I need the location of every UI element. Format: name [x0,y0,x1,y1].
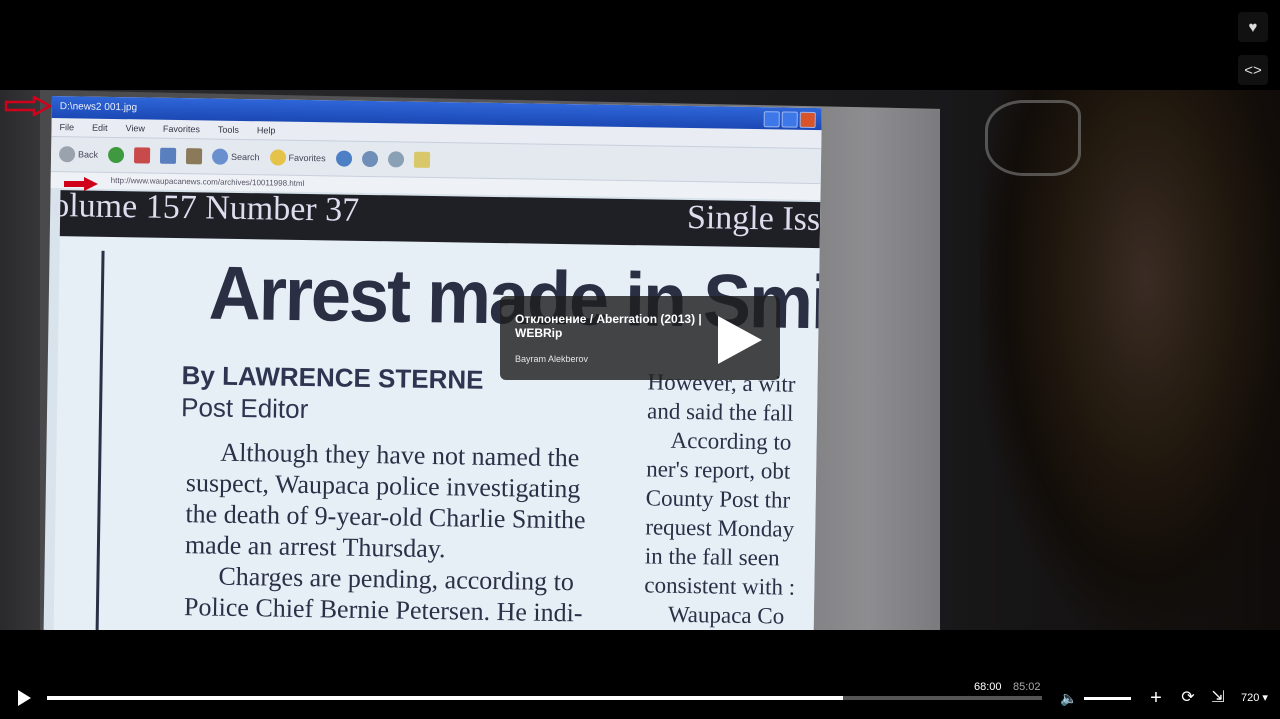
article-paragraph: Charges are pending, according to Police… [183,561,583,628]
loop-icon[interactable]: ⟳ [1179,689,1197,707]
toolbar-search-label: Search [231,151,260,163]
exit-fullscreen-icon[interactable]: ⇲ [1209,689,1227,707]
forward-icon [107,146,125,164]
print-icon [387,151,404,168]
big-play-icon[interactable] [718,316,762,364]
quality-selector[interactable]: 720 ▾ [1241,691,1268,704]
red-arrow-icon [4,96,52,116]
menu-tools: Tools [217,124,239,135]
side-line: request Monday [645,514,795,542]
add-icon[interactable]: + [1147,688,1165,708]
side-line: County Post thr [645,485,791,513]
progress-bar[interactable] [47,696,1042,700]
home-icon [185,148,203,165]
side-line: ner's report, obt [646,456,791,484]
article-body: Although they have not named the suspect… [184,436,607,629]
toolbar-favorites-label: Favorites [288,152,326,164]
masthead-price: Single Iss [686,198,821,239]
video-info-card[interactable]: Отклонение / Aberration (2013) | WEBRip … [500,296,780,380]
side-line: in the fall seen [644,543,780,571]
volume-slider[interactable] [1084,697,1131,700]
close-icon [799,111,816,128]
player-controls: 68:00 85:02 🔈 + ⟳ ⇲ 720 ▾ [0,676,1280,719]
menu-favorites: Favorites [162,123,200,135]
side-line: According to [670,427,792,455]
article-paragraph: Although they have not named the suspect… [184,437,586,564]
mail-icon [361,150,378,168]
stop-icon [133,147,151,164]
window-title: D:\news2 001.jpg [59,101,138,114]
play-icon[interactable] [18,690,31,706]
red-arrow-icon [64,177,98,191]
back-icon [58,146,76,163]
menu-edit: Edit [91,122,108,133]
search-icon [211,148,229,165]
minimize-icon [763,111,780,128]
side-line: Waupaca Co [667,601,785,629]
volume-fill [1084,697,1131,700]
duration-time: 85:02 [1013,681,1041,693]
side-line: consistent with : [644,572,796,600]
progress-fill [47,696,843,700]
embed-button[interactable]: <> [1238,55,1268,85]
video-author[interactable]: Bayram Alekberov [515,354,588,364]
newspaper-masthead: olume 157 Number 37 Single Iss [52,187,821,249]
volume-icon[interactable]: 🔈 [1060,690,1077,706]
media-icon [335,150,352,167]
menu-file: File [59,122,75,133]
newspaper-page: olume 157 Number 37 Single Iss Arrest ma… [52,187,822,630]
current-time: 68:00 [974,681,1002,693]
favorites-star-icon [269,149,286,166]
glasses-shape [985,100,1081,176]
video-title[interactable]: Отклонение / Aberration (2013) | WEBRip [515,312,715,340]
menu-help: Help [256,125,276,136]
menu-view: View [125,123,145,134]
masthead-issue: olume 157 Number 37 [51,187,360,229]
folder-icon [413,151,430,168]
photo-frame [53,250,105,630]
refresh-icon [159,147,177,164]
like-button[interactable]: ♥ [1238,12,1268,42]
side-line: and said the fall [646,398,794,426]
quality-label: 720 [1241,692,1260,704]
embed-code-icon: <> [1244,61,1262,79]
toolbar-back-label: Back [78,149,99,160]
maximize-icon [781,111,798,128]
heart-icon: ♥ [1248,18,1258,36]
article-byline: By LAWRENCE STERNE [181,360,484,395]
article-side-column: However, a witr and said the fall Accord… [644,367,822,630]
article-byline-role: Post Editor [180,392,309,425]
